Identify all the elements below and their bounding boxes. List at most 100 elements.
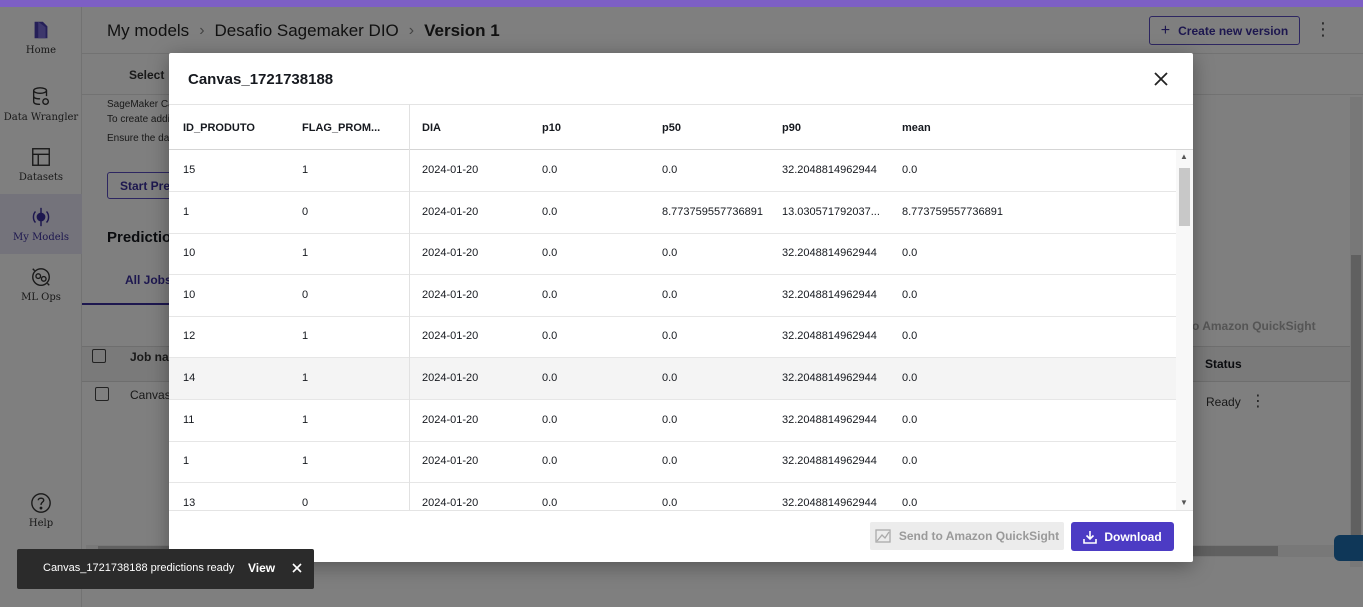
frozen-column-divider — [409, 104, 410, 510]
table-cell: 32.2048814962944 — [782, 247, 877, 260]
table-cell: 32.2048814962944 — [782, 413, 877, 426]
table-cell: 0.0 — [662, 413, 678, 426]
table-row[interactable]: 15 1 2024-01-20 0.0 0.0 32.2048814962944 0.0 — [169, 150, 1176, 192]
table-cell: 0.0 — [662, 330, 678, 343]
table-cell: 14 — [183, 372, 196, 384]
table-cell: 2024-01-20 — [422, 247, 479, 260]
send-to-quicksight-button[interactable]: Send to Amazon QuickSight — [870, 522, 1064, 550]
table-cell: 0.0 — [542, 288, 558, 301]
top-accent-stripe — [0, 0, 1363, 7]
table-cell: 32.2048814962944 — [782, 455, 877, 468]
table-cell: 13.030571792037... — [782, 205, 880, 218]
table-cell: 1 — [302, 330, 309, 343]
table-cell: 0.0 — [662, 164, 678, 176]
table-cell: 12 — [183, 330, 196, 343]
table-cell: 2024-01-20 — [422, 496, 479, 509]
table-cell: 0.0 — [542, 164, 558, 176]
column-header-flag-promo[interactable]: FLAG_PROM... — [302, 122, 380, 134]
table-row[interactable]: 1 0 2024-01-20 0.0 8.773759557736891 13.03057… — [169, 192, 1176, 234]
table-cell: 0 — [302, 288, 309, 301]
table-cell: 1 — [302, 455, 309, 468]
table-cell: 2024-01-20 — [422, 330, 479, 343]
predictions-preview-modal: Canvas_1721738188 ID_PRODUTO FLAG_PROM..… — [169, 53, 1193, 562]
table-cell: 0.0 — [662, 288, 678, 301]
table-row[interactable]: 11 1 2024-01-20 0.0 0.0 32.2048814962944 0.0 — [169, 400, 1176, 442]
table-cell: 0.0 — [902, 247, 918, 260]
table-cell: 0.0 — [542, 413, 558, 426]
table-cell: 8.773759557736891 — [662, 205, 763, 218]
table-cell: 11 — [183, 413, 195, 426]
table-body: 15 1 2024-01-20 0.0 0.0 32.2048814962944 0.0 1 0… — [169, 150, 1176, 510]
table-cell: 0.0 — [542, 496, 558, 509]
table-cell: 2024-01-20 — [422, 455, 479, 468]
table-cell: 32.2048814962944 — [782, 496, 877, 509]
close-icon[interactable] — [290, 561, 304, 575]
table-cell: 15 — [183, 164, 196, 176]
table-row[interactable]: 13 0 2024-01-20 0.0 0.0 32.2048814962944 0.0 — [169, 483, 1176, 510]
send-to-quicksight-label: Send to Amazon QuickSight — [898, 529, 1060, 543]
scrollbar-thumb[interactable] — [1179, 168, 1190, 226]
table-cell: 13 — [183, 496, 196, 509]
table-cell: 0.0 — [542, 455, 558, 468]
modal-footer: Send to Amazon QuickSight Download — [169, 510, 1193, 562]
modal-title: Canvas_1721738188 — [188, 71, 334, 88]
table-cell: 0.0 — [542, 330, 558, 343]
table-row[interactable]: 12 1 2024-01-20 0.0 0.0 32.2048814962944 0.0 — [169, 316, 1176, 359]
column-header-id-produto[interactable]: ID_PRODUTO — [183, 122, 255, 134]
table-cell: 32.2048814962944 — [782, 372, 877, 384]
table-cell: 0.0 — [902, 455, 918, 468]
table-cell: 10 — [183, 288, 196, 301]
table-cell: 0 — [302, 496, 309, 509]
scroll-down-icon[interactable]: ▼ — [1180, 498, 1188, 507]
chart-icon — [875, 529, 891, 543]
table-cell: 10 — [183, 247, 196, 260]
table-row[interactable]: 10 0 2024-01-20 0.0 0.0 32.2048814962944 0.0 — [169, 275, 1176, 317]
table-cell: 0 — [302, 205, 309, 218]
column-header-mean[interactable]: mean — [902, 122, 931, 134]
table-cell: 32.2048814962944 — [782, 164, 877, 176]
table-cell: 0.0 — [662, 455, 678, 468]
column-header-p90[interactable]: p90 — [782, 122, 801, 134]
table-cell: 0.0 — [902, 496, 918, 509]
scroll-up-icon[interactable]: ▲ — [1180, 152, 1188, 161]
table-cell: 2024-01-20 — [422, 413, 479, 426]
table-cell: 2024-01-20 — [422, 205, 479, 218]
download-label: Download — [1104, 529, 1162, 544]
table-cell: 1 — [302, 247, 309, 260]
table-cell: 2024-01-20 — [422, 288, 479, 301]
table-row[interactable]: 1 1 2024-01-20 0.0 0.0 32.2048814962944 0.0 — [169, 441, 1176, 484]
table-cell: 0.0 — [542, 247, 558, 260]
table-cell: 32.2048814962944 — [782, 288, 877, 301]
table-cell: 0.0 — [902, 413, 918, 426]
table-cell: 0.0 — [902, 164, 918, 176]
table-row[interactable]: 10 1 2024-01-20 0.0 0.0 32.2048814962944 0.0 — [169, 233, 1176, 276]
table-cell: 0.0 — [902, 330, 918, 343]
column-header-p10[interactable]: p10 — [542, 122, 561, 134]
table-cell: 8.773759557736891 — [902, 205, 1003, 218]
table-cell: 0.0 — [662, 247, 678, 260]
download-button[interactable]: Download — [1071, 522, 1174, 551]
table-cell: 2024-01-20 — [422, 372, 479, 384]
table-header: ID_PRODUTO FLAG_PROM... DIA p10 p50 p90 … — [169, 104, 1193, 150]
notification-toast: Canvas_1721738188 predictions ready View — [17, 549, 314, 589]
table-cell: 32.2048814962944 — [782, 330, 877, 343]
download-icon — [1083, 530, 1098, 544]
table-cell: 0.0 — [542, 205, 558, 218]
close-icon[interactable] — [1150, 68, 1172, 90]
toast-view-link[interactable]: View — [248, 561, 275, 575]
table-cell: 0.0 — [542, 372, 558, 384]
table-cell: 0.0 — [902, 372, 918, 384]
table-cell: 1 — [183, 205, 190, 218]
table-cell: 2024-01-20 — [422, 164, 479, 176]
column-header-p50[interactable]: p50 — [662, 122, 681, 134]
table-scrollbar[interactable]: ▲ ▼ — [1176, 150, 1193, 510]
column-header-dia[interactable]: DIA — [422, 122, 441, 134]
toast-message: Canvas_1721738188 predictions ready — [43, 562, 235, 574]
table-cell: 1 — [302, 372, 309, 384]
table-cell: 0.0 — [662, 372, 678, 384]
table-cell: 0.0 — [662, 496, 678, 509]
table-cell: 1 — [302, 164, 309, 176]
table-cell: 1 — [302, 413, 309, 426]
table-cell: 1 — [183, 455, 190, 468]
table-row[interactable]: 14 1 2024-01-20 0.0 0.0 32.2048814962944 0.0 — [169, 358, 1176, 400]
